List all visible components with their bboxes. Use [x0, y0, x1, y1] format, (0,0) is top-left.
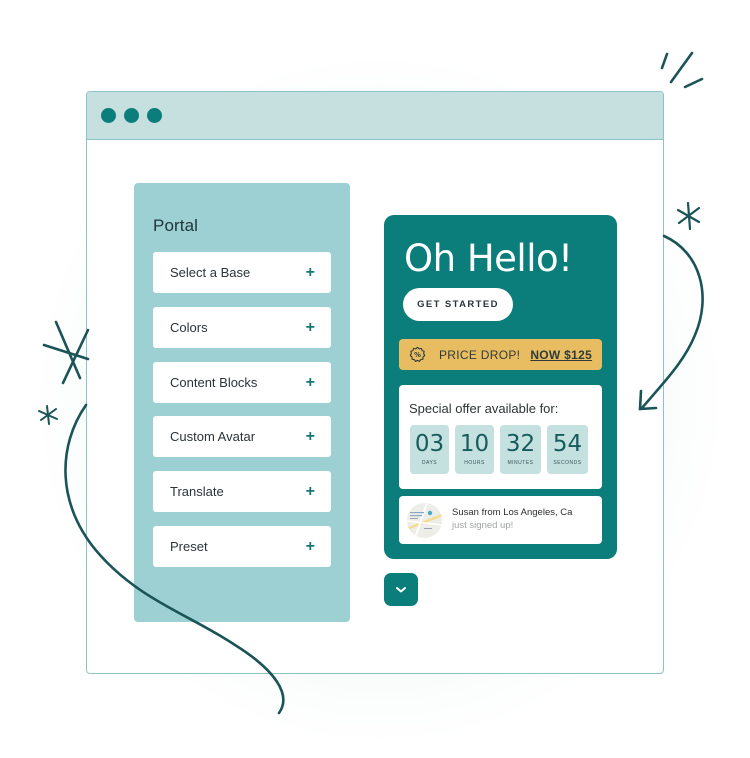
card-headline: Oh Hello!	[404, 237, 573, 280]
expand-button[interactable]	[384, 573, 418, 606]
timer-value: 10	[459, 431, 490, 457]
timer-unit: HOURS	[464, 460, 485, 466]
sidebar-item-translate[interactable]: Translate +	[153, 471, 331, 512]
sidebar-item-colors[interactable]: Colors +	[153, 307, 331, 348]
sidebar-item-label: Select a Base	[170, 265, 251, 280]
notification-name: Susan from Los Angeles, Ca	[452, 507, 573, 518]
plus-icon: +	[305, 427, 315, 445]
timer-value: 32	[505, 431, 536, 457]
timer-unit: SECONDS	[553, 460, 582, 466]
chevron-down-icon	[396, 586, 406, 592]
timer-minutes: 32 MINUTES	[500, 425, 541, 474]
timer-unit: DAYS	[421, 460, 438, 466]
timer-days: 03 DAYS	[410, 425, 449, 474]
price-now-link[interactable]: NOW $125	[530, 348, 592, 362]
timer-value: 03	[414, 431, 445, 457]
price-drop-text: PRICE DROP!	[439, 347, 521, 362]
window-minimize-dot[interactable]	[124, 108, 139, 123]
sidebar-item-label: Colors	[170, 320, 208, 335]
countdown-timer: 03 DAYS 10 HOURS 32 MINUTES 54 SECONDS	[410, 425, 588, 474]
special-offer-box: Special offer available for: 03 DAYS 10 …	[399, 385, 602, 489]
timer-seconds: 54 SECONDS	[547, 425, 588, 474]
window-close-dot[interactable]	[101, 108, 116, 123]
small-asterisk-icon	[38, 405, 58, 425]
get-started-button[interactable]: GET STARTED	[403, 288, 513, 321]
percent-badge-icon: %	[409, 346, 426, 363]
portal-sidebar: Portal Select a Base + Colors + Content …	[134, 183, 350, 622]
timer-hours: 10 HOURS	[455, 425, 494, 474]
plus-icon: +	[305, 373, 315, 391]
large-asterisk-icon	[42, 320, 90, 385]
asterisk-icon	[676, 201, 701, 231]
window-maximize-dot[interactable]	[147, 108, 162, 123]
map-thumbnail-icon	[407, 503, 442, 538]
sparkle-lines-icon	[660, 51, 704, 89]
plus-icon: +	[305, 482, 315, 500]
sidebar-title: Portal	[153, 216, 199, 235]
sidebar-item-content-blocks[interactable]: Content Blocks +	[153, 362, 331, 403]
sidebar-item-label: Translate	[170, 484, 224, 499]
timer-unit: MINUTES	[507, 460, 534, 466]
sidebar-item-custom-avatar[interactable]: Custom Avatar +	[153, 416, 331, 457]
sidebar-item-label: Content Blocks	[170, 375, 258, 390]
timer-value: 54	[552, 431, 583, 457]
sidebar-item-select-a-base[interactable]: Select a Base +	[153, 252, 331, 293]
sidebar-item-preset[interactable]: Preset +	[153, 526, 331, 567]
plus-icon: +	[305, 537, 315, 555]
price-drop-banner: % PRICE DROP! NOW $125	[399, 339, 602, 370]
sidebar-item-label: Preset	[170, 539, 208, 554]
notification-message: just signed up!	[452, 520, 514, 531]
plus-icon: +	[305, 318, 315, 336]
signup-notification: Susan from Los Angeles, Ca just signed u…	[399, 496, 602, 544]
svg-text:%: %	[414, 351, 421, 359]
promo-card: Oh Hello! GET STARTED % PRICE DROP! NOW …	[384, 215, 617, 559]
window-titlebar	[87, 92, 663, 140]
offer-title: Special offer available for:	[409, 401, 559, 416]
sidebar-item-label: Custom Avatar	[170, 429, 256, 444]
plus-icon: +	[305, 263, 315, 281]
